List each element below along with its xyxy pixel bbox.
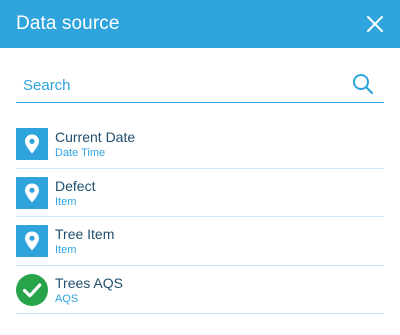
item-title: Current Date [55, 129, 136, 145]
data-source-list: Current Date Date Time Defect Item Tree … [16, 120, 384, 314]
list-item-tree-item[interactable]: Tree Item Item [16, 217, 384, 266]
check-circle-icon [16, 273, 48, 306]
search-box [16, 70, 384, 103]
item-subtitle: Date Time [55, 147, 106, 159]
list-item-current-date[interactable]: Current Date Date Time [16, 120, 384, 169]
item-title: Defect [55, 177, 96, 194]
item-subtitle: Item [55, 195, 77, 208]
map-pin-icon [16, 176, 48, 209]
data-source-dialog: Data source Current Date [0, 0, 400, 335]
search-input[interactable] [16, 70, 346, 101]
item-subtitle: AQS [55, 292, 79, 305]
item-subtitle: Item [55, 244, 77, 256]
search-icon[interactable] [352, 73, 374, 95]
dialog-header: Data source [0, 0, 400, 48]
item-title: Trees AQS [55, 274, 123, 291]
dialog-title: Data source [16, 13, 120, 34]
list-item-trees-aqs[interactable]: Trees AQS AQS [16, 266, 384, 314]
list-item-defect[interactable]: Defect Item [16, 169, 384, 217]
map-pin-icon [16, 128, 48, 160]
item-title: Tree Item [55, 226, 115, 242]
map-pin-icon [16, 225, 48, 257]
close-icon[interactable] [364, 13, 386, 35]
